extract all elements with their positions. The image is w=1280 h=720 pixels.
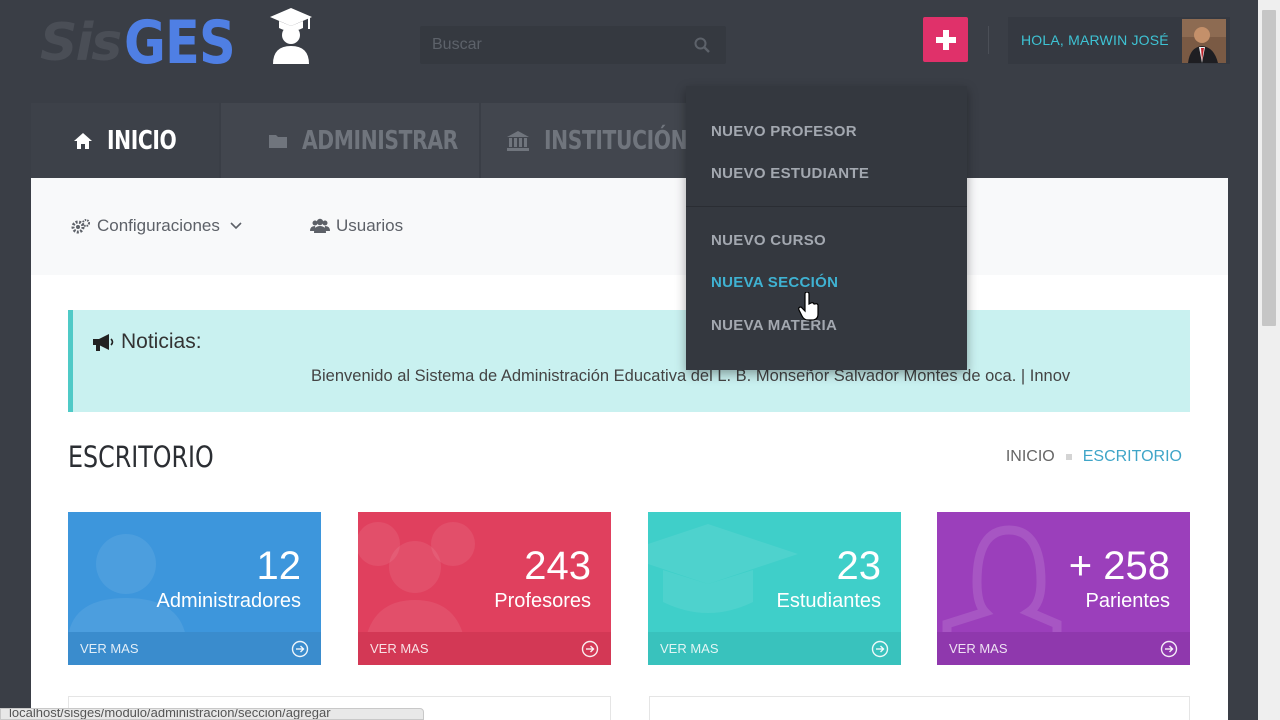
arrow-circle-right-icon [871,640,889,658]
add-new-button[interactable] [923,17,968,62]
stat-card-administradores: 12 Administradores VER MAS [68,512,321,665]
hand-pointer-icon [798,292,819,321]
sub-nav: Configuraciones Usuarios [31,178,1228,275]
logo-ges-text: GES [124,8,236,78]
browser-status-bar: localhost/sisges/modulo/administracion/s… [0,708,424,720]
stat-cards: 12 Administradores VER MAS 243 Profesore… [68,512,1190,665]
tab-label: ADMINISTRAR [302,125,458,156]
tab-label: INSTITUCIÓN [544,125,688,156]
new-item-dropdown: NUEVO PROFESOR NUEVO ESTUDIANTE NUEVO CU… [686,86,967,370]
config-label: Configuraciones [97,216,220,235]
card-footer[interactable]: VER MAS [937,632,1190,665]
search-input[interactable] [420,26,690,64]
plus-icon [935,29,956,50]
menu-item-nuevo-profesor[interactable]: NUEVO PROFESOR [711,123,857,140]
news-banner: Noticias: Bienvenido al Sistema de Admin… [68,310,1190,412]
institution-icon [507,130,529,151]
folder-icon [269,134,287,148]
news-title: Noticias: [91,330,202,354]
stat-label: Administradores [156,590,301,612]
graduate-icon [270,8,312,64]
main-content: Configuraciones Usuarios Noticias: Bienv… [31,178,1228,720]
stat-card-profesores: 243 Profesores VER MAS [358,512,611,665]
user-menu[interactable]: HOLA, MARWIN JOSÉ [1008,17,1230,64]
arrow-circle-right-icon [1160,640,1178,658]
menu-divider [686,206,967,207]
breadcrumb-current: ESCRITORIO [1082,448,1182,465]
top-bar: Sis GES HOLA, MARWIN JOSÉ [0,0,1258,90]
bullhorn-icon [93,334,114,351]
scrollbar-thumb[interactable] [1262,10,1276,326]
ver-mas-link[interactable]: VER MAS [370,641,429,656]
logo[interactable]: Sis GES [40,8,255,78]
ver-mas-link[interactable]: VER MAS [660,641,719,656]
menu-item-nuevo-estudiante[interactable]: NUEVO ESTUDIANTE [711,165,869,182]
status-url: localhost/sisges/modulo/administracion/s… [9,708,331,720]
tab-institucion[interactable]: INSTITUCIÓN [481,103,689,178]
stat-value: 12 [256,544,302,588]
arrow-circle-right-icon [291,640,309,658]
stat-label: Estudiantes [776,590,881,612]
ver-mas-link[interactable]: VER MAS [80,641,139,656]
tab-administrar[interactable]: ADMINISTRAR [221,103,479,178]
tab-inicio[interactable]: INICIO [31,103,219,178]
page-title: ESCRITORIO [68,440,214,474]
stat-card-parientes: + 258 Parientes VER MAS [937,512,1190,665]
breadcrumb-separator [1065,454,1072,460]
arrow-circle-right-icon [581,640,599,658]
stat-value: 23 [836,544,882,588]
main-nav: INICIO ADMINISTRAR INSTITUCIÓN [31,103,689,178]
avatar-image [1182,19,1226,63]
card-footer[interactable]: VER MAS [68,632,321,665]
breadcrumb: INICIO ESCRITORIO [1006,448,1182,466]
chevron-down-icon [230,222,242,230]
stat-value: + 258 [1068,544,1170,588]
stat-value: 243 [524,544,591,588]
gears-icon [71,219,90,234]
bottom-panel-right [649,696,1190,720]
logo-sis-text: Sis [40,13,122,73]
avatar[interactable] [1182,19,1226,63]
divider [988,26,989,54]
user-greeting: HOLA, MARWIN JOSÉ [1021,32,1169,48]
search-box [420,26,726,64]
users-label: Usuarios [336,216,404,235]
menu-item-nuevo-curso[interactable]: NUEVO CURSO [711,232,826,249]
config-menu[interactable]: Configuraciones [71,216,248,236]
home-icon [74,132,92,149]
stat-label: Profesores [494,590,591,612]
card-footer[interactable]: VER MAS [648,632,901,665]
breadcrumb-home[interactable]: INICIO [1006,448,1055,466]
stat-label: Parientes [1085,590,1171,612]
card-footer[interactable]: VER MAS [358,632,611,665]
users-link[interactable]: Usuarios [310,216,403,236]
ver-mas-link[interactable]: VER MAS [949,641,1008,656]
news-title-text: Noticias: [121,330,202,353]
search-icon[interactable] [694,37,710,53]
tab-label: INICIO [107,125,177,156]
users-icon [310,218,330,233]
menu-item-nueva-seccion[interactable]: NUEVA SECCIÓN [711,274,838,291]
stat-card-estudiantes: 23 Estudiantes VER MAS [648,512,901,665]
